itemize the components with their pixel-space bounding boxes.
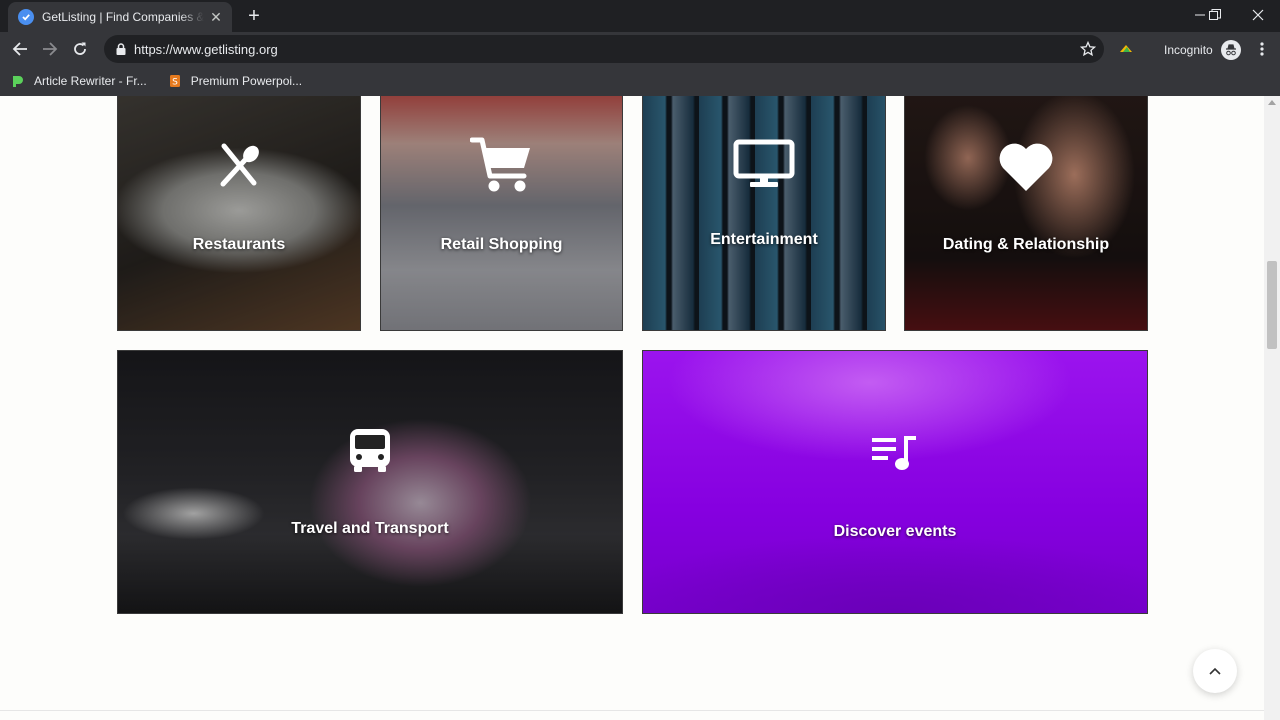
tab-title: GetListing | Find Companies & Tr [42, 10, 204, 24]
bookmark-star-icon[interactable] [1080, 41, 1096, 57]
scroll-up-arrow-icon[interactable] [1268, 100, 1276, 105]
menu-dots-icon[interactable] [1250, 37, 1274, 61]
slides-favicon-icon: S [167, 73, 183, 89]
forward-arrow-icon[interactable] [38, 37, 62, 61]
playlist-music-icon [872, 436, 918, 477]
category-card-dating-relationship[interactable]: Dating & Relationship [904, 96, 1148, 331]
footer-divider [0, 710, 1264, 711]
bus-icon [346, 426, 394, 479]
category-label: Entertainment [710, 231, 818, 248]
browser-toolbar: https://www.getlisting.org Incognito [0, 32, 1280, 66]
extension-icon[interactable] [1114, 37, 1138, 61]
incognito-icon [1220, 40, 1241, 60]
page-viewport: Restaurants Retail Shopping Entertainmen… [0, 96, 1264, 720]
category-card-restaurants[interactable]: Restaurants [117, 96, 361, 331]
category-label: Retail Shopping [440, 236, 563, 253]
category-label: Travel and Transport [291, 520, 449, 537]
url-text: https://www.getlisting.org [134, 41, 278, 57]
shopping-cart-icon [469, 136, 534, 199]
category-card-travel-transport[interactable]: Travel and Transport [117, 350, 623, 614]
category-label: Restaurants [192, 236, 286, 253]
fork-spoon-icon [215, 143, 263, 194]
incognito-label: Incognito [1164, 43, 1213, 57]
scrollbar-thumb[interactable] [1267, 261, 1277, 349]
bookmarks-bar: Article Rewriter - Fr... S Premium Power… [0, 66, 1280, 96]
new-tab-icon[interactable]: + [242, 4, 266, 28]
category-card-entertainment[interactable]: Entertainment [642, 96, 886, 331]
tab-close-icon[interactable]: ✕ [208, 9, 224, 26]
address-bar[interactable]: https://www.getlisting.org [104, 35, 1104, 63]
lock-icon [116, 43, 126, 55]
bookmark-article-rewriter[interactable]: Article Rewriter - Fr... [10, 73, 147, 89]
rewriter-favicon-icon [10, 73, 26, 89]
chevron-up-icon [1209, 667, 1221, 675]
incognito-indicator[interactable]: Incognito [1164, 40, 1241, 60]
site-favicon-icon [18, 9, 34, 25]
category-card-retail-shopping[interactable]: Retail Shopping [380, 96, 623, 331]
restore-icon[interactable] [1193, 0, 1237, 30]
bookmark-label: Article Rewriter - Fr... [34, 74, 147, 88]
back-arrow-icon[interactable] [8, 37, 32, 61]
browser-tab-bar: GetListing | Find Companies & Tr ✕ + [0, 0, 1280, 32]
reload-icon[interactable] [68, 37, 92, 61]
bookmark-label: Premium Powerpoi... [190, 74, 303, 88]
category-label: Discover events [833, 523, 957, 540]
page-scrollbar[interactable] [1264, 96, 1280, 720]
svg-text:S: S [172, 78, 178, 88]
category-label: Dating & Relationship [942, 236, 1110, 253]
bookmark-premium-powerpoint[interactable]: S Premium Powerpoi... [167, 73, 302, 89]
back-to-top-button[interactable] [1193, 649, 1237, 693]
close-window-icon[interactable] [1236, 0, 1280, 30]
heart-icon [997, 141, 1055, 198]
browser-tab[interactable]: GetListing | Find Companies & Tr ✕ [8, 2, 232, 32]
monitor-icon [733, 139, 795, 194]
category-card-discover-events[interactable]: Discover events [642, 350, 1148, 614]
